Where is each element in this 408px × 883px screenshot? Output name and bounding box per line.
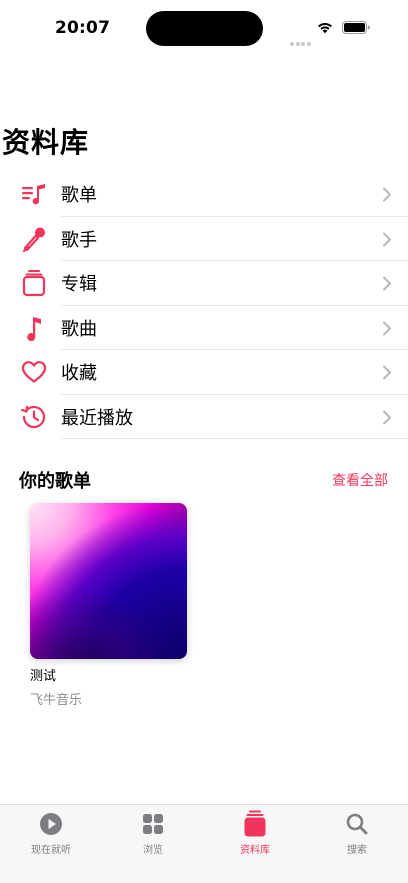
tab-label: 搜索 <box>347 845 367 856</box>
menu-item-playlists[interactable]: 歌单 <box>0 172 408 217</box>
menu-item-label: 歌手 <box>61 229 97 251</box>
battery-icon <box>342 21 370 34</box>
microphone-icon <box>20 225 48 253</box>
chevron-right-icon <box>383 365 391 380</box>
menu-item-artists[interactable]: 歌手 <box>0 217 408 261</box>
album-stack-icon <box>20 269 48 297</box>
menu-item-songs[interactable]: 歌曲 <box>0 306 408 350</box>
see-all-link[interactable]: 查看全部 <box>332 470 388 490</box>
library-menu: 歌单 歌手 专辑 歌曲 收藏 最近播放 <box>0 172 408 439</box>
tab-search[interactable]: 搜索 <box>306 811 408 856</box>
tab-bar: 现在就听 浏览 资料库 搜索 <box>0 804 408 883</box>
playlist-subtitle: 飞牛音乐 <box>30 693 83 708</box>
dynamic-island <box>146 11 263 46</box>
tab-label: 现在就听 <box>31 845 71 856</box>
chevron-right-icon <box>383 276 391 291</box>
tab-label: 资料库 <box>240 845 270 856</box>
tab-label: 浏览 <box>143 845 163 856</box>
menu-item-recently-played[interactable]: 最近播放 <box>0 395 408 439</box>
play-circle-icon <box>38 811 64 837</box>
menu-item-label: 最近播放 <box>61 407 133 429</box>
tab-browse[interactable]: 浏览 <box>102 811 204 856</box>
menu-item-albums[interactable]: 专辑 <box>0 261 408 306</box>
playlist-icon <box>20 180 48 208</box>
library-icon <box>242 810 268 837</box>
chevron-right-icon <box>383 410 391 424</box>
grid-icon <box>140 811 166 837</box>
music-note-icon <box>20 314 48 342</box>
playlist-cover[interactable] <box>30 503 187 659</box>
menu-item-label: 歌曲 <box>61 318 97 340</box>
status-time: 20:07 <box>55 18 111 38</box>
heart-icon <box>20 358 48 386</box>
separator <box>61 438 408 439</box>
tab-library[interactable]: 资料库 <box>204 810 306 856</box>
menu-item-label: 收藏 <box>61 363 97 385</box>
status-bar: 20:07 <box>0 0 408 58</box>
wifi-icon <box>318 23 332 34</box>
search-icon <box>344 811 370 837</box>
menu-item-label: 专辑 <box>61 274 97 296</box>
section-title: 你的歌单 <box>19 471 91 492</box>
chevron-right-icon <box>383 321 391 335</box>
playlist-name: 测试 <box>30 669 57 684</box>
chevron-right-icon <box>383 187 391 202</box>
menu-item-favorites[interactable]: 收藏 <box>0 350 408 395</box>
cellular-signal-icon <box>290 31 312 46</box>
page-title: 资料库 <box>2 126 90 159</box>
tab-listen-now[interactable]: 现在就听 <box>0 811 102 856</box>
playlist-card[interactable]: 测试 飞牛音乐 <box>30 503 187 708</box>
menu-item-label: 歌单 <box>61 185 97 207</box>
chevron-right-icon <box>383 232 391 246</box>
history-icon <box>20 403 48 431</box>
